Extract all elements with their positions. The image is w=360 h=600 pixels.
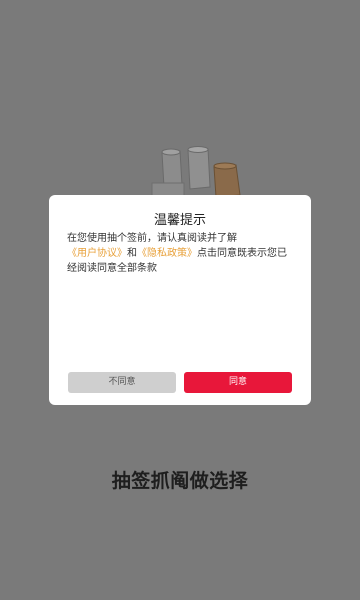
dialog-title: 温馨提示 [153, 213, 206, 228]
privacy-dialog: 温馨提示 在您使用抽个签前，请认真阅读并了解《用户协议》和《隐私政策》点击同意既… [49, 195, 311, 405]
body-and-text: 和 [127, 248, 137, 259]
agree-button[interactable]: 同意 [184, 372, 292, 393]
disagree-button[interactable]: 不同意 [68, 372, 176, 393]
dialog-body: 在您使用抽个签前，请认真阅读并了解《用户协议》和《隐私政策》点击同意既表示您已经… [67, 231, 295, 276]
body-prefix-text: 在您使用抽个签前，请认真阅读并了解 [67, 233, 237, 244]
app-screen: 抽签抓阄做选择 温馨提示 在您使用抽个签前，请认真阅读并了解《用户协议》和《隐私… [0, 0, 360, 600]
privacy-policy-link[interactable]: 《隐私政策》 [137, 248, 197, 259]
user-agreement-link[interactable]: 《用户协议》 [67, 248, 127, 259]
